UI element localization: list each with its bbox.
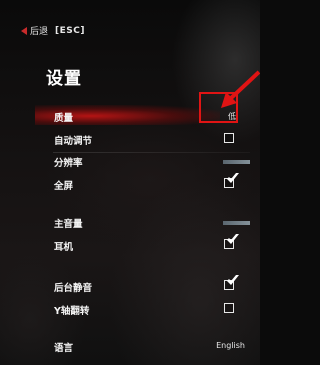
checkmark-icon [227,234,239,244]
quality-label: 质量 [54,113,74,124]
settings-screen: 后退 [ESC] 设置 质量 低 自动调节 分辨率 全屏 主音量 耳机 后台静音… [0,0,260,365]
background-mute-label: 后台静音 [54,283,93,294]
page-title: 设置 [46,69,82,89]
headphones-label: 耳机 [54,242,74,253]
checkmark-icon [227,173,239,183]
fullscreen-label: 全屏 [54,181,74,192]
setting-row-language[interactable]: 语言 English [45,338,250,356]
language-label: 语言 [54,343,74,354]
background-mute-checkbox[interactable] [224,275,239,290]
back-arrow-icon [21,26,27,35]
back-label: 后退 [30,27,49,37]
resolution-label: 分辨率 [54,158,83,169]
annotation-arrow-icon [221,70,260,108]
auto-adjust-checkbox[interactable] [224,133,234,143]
setting-row-invert-y[interactable]: Y轴翻转 [45,301,250,319]
invert-y-label: Y轴翻转 [54,306,90,317]
auto-adjust-label: 自动调节 [54,136,93,147]
headphones-checkbox[interactable] [224,234,239,249]
master-volume-label: 主音量 [54,219,83,230]
back-button[interactable]: 后退 [ESC] [21,24,85,37]
setting-row-fullscreen[interactable]: 全屏 [45,173,250,194]
setting-row-resolution[interactable]: 分辨率 [45,153,250,171]
resolution-slider[interactable] [223,160,250,164]
setting-row-headphones[interactable]: 耳机 [45,234,250,255]
setting-row-background-mute[interactable]: 后台静音 [45,275,250,296]
setting-row-auto-adjust[interactable]: 自动调节 [45,131,250,153]
language-value[interactable]: English [216,341,245,350]
setting-row-master-volume[interactable]: 主音量 [45,214,250,232]
invert-y-checkbox[interactable] [224,303,234,313]
fullscreen-checkbox[interactable] [224,173,239,188]
checkmark-icon [227,275,239,285]
esc-hint: [ESC] [55,25,85,36]
master-volume-slider[interactable] [223,221,250,225]
